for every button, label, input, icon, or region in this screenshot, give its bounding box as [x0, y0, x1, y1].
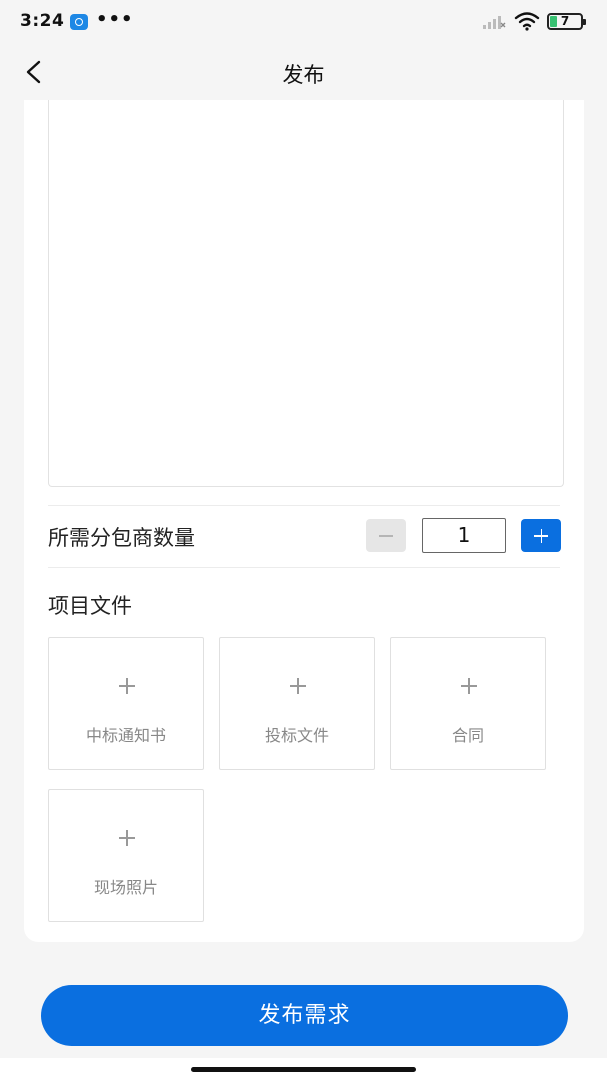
divider — [48, 505, 560, 506]
upload-label: 现场照片 — [93, 878, 158, 897]
app-notification-icon — [70, 14, 88, 30]
upload-label: 合同 — [451, 726, 484, 745]
project-files-title: 项目文件 — [48, 594, 132, 618]
plus-icon — [290, 678, 306, 694]
plus-icon — [119, 830, 135, 846]
upload-site-photos[interactable]: 现场照片 — [48, 789, 204, 922]
upload-contract[interactable]: 合同 — [390, 637, 546, 770]
more-notifications-icon: ••• — [96, 9, 134, 30]
battery-icon: 7 — [547, 13, 586, 30]
status-time: 3:24 — [20, 11, 65, 31]
quantity-decrement-button[interactable] — [366, 519, 406, 552]
subcontractor-quantity-label: 所需分包商数量 — [48, 526, 195, 550]
page-title: 发布 — [282, 63, 325, 87]
signal-icon — [483, 16, 506, 29]
status-bar: 3:24 ••• 7 — [0, 0, 607, 44]
description-textarea[interactable] — [48, 100, 564, 487]
plus-icon — [119, 678, 135, 694]
divider — [48, 567, 560, 568]
wifi-icon — [514, 12, 540, 31]
upload-bid-document[interactable]: 投标文件 — [219, 637, 375, 770]
upload-label: 投标文件 — [264, 726, 329, 745]
upload-bid-notice[interactable]: 中标通知书 — [48, 637, 204, 770]
quantity-input[interactable]: 1 — [422, 518, 506, 553]
home-indicator[interactable] — [191, 1067, 416, 1072]
nav-bar: 发布 — [0, 44, 607, 100]
battery-level: 7 — [560, 14, 570, 28]
plus-icon — [461, 678, 477, 694]
quantity-increment-button[interactable] — [521, 519, 561, 552]
publish-demand-button[interactable]: 发布需求 — [41, 985, 568, 1046]
form-card: 所需分包商数量 1 项目文件 中标通知书 投标文件 合同 现场照片 — [24, 100, 584, 942]
upload-label: 中标通知书 — [85, 726, 166, 745]
